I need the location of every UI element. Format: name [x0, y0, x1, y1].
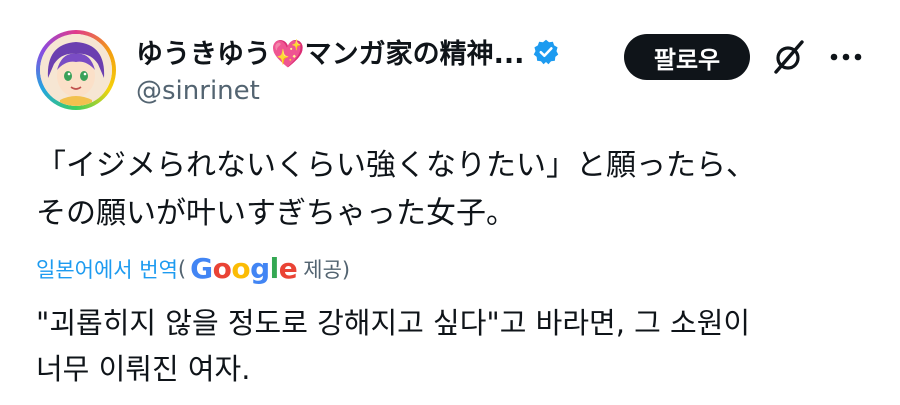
display-name[interactable]: ゆうきゆう💖マンガ家の精神... — [136, 32, 524, 71]
verified-badge-icon — [532, 38, 560, 66]
translated-text: "괴롭히지 않을 정도로 강해지고 싶다"고 바라면, 그 소원이 너무 이뤄진… — [36, 300, 886, 392]
provided-by-suffix: 제공) — [303, 257, 351, 282]
grok-slash-icon[interactable] — [770, 38, 808, 76]
post-line: その願いが叶いすぎちゃった女子。 — [36, 196, 516, 231]
avatar[interactable] — [36, 30, 116, 110]
avatar-image — [40, 34, 112, 106]
translated-from-link[interactable]: 일본어에서 번역 — [36, 254, 178, 284]
google-logo-icon: Google — [190, 252, 298, 285]
post-text: 「イジメられないくらい強くなりたい」と願ったら、 その願いが叶いすぎちゃった女子… — [36, 142, 876, 238]
post-line: 「イジメられないくらい強くなりたい」と願ったら、 — [36, 148, 756, 183]
open-paren: ( — [177, 256, 187, 281]
follow-button[interactable]: 팔로우 — [624, 34, 750, 80]
user-name-row: ゆうきゆう💖マンガ家の精神... — [136, 32, 560, 71]
translation-attribution: 일본어에서 번역 ( Google 제공) — [36, 252, 350, 285]
translated-line: 너무 이뤄진 여자. — [36, 352, 251, 386]
user-handle[interactable]: @sinrinet — [136, 76, 260, 106]
translated-line: "괴롭히지 않을 정도로 강해지고 싶다"고 바라면, 그 소원이 — [36, 306, 751, 340]
more-dots-icon[interactable] — [826, 38, 866, 76]
